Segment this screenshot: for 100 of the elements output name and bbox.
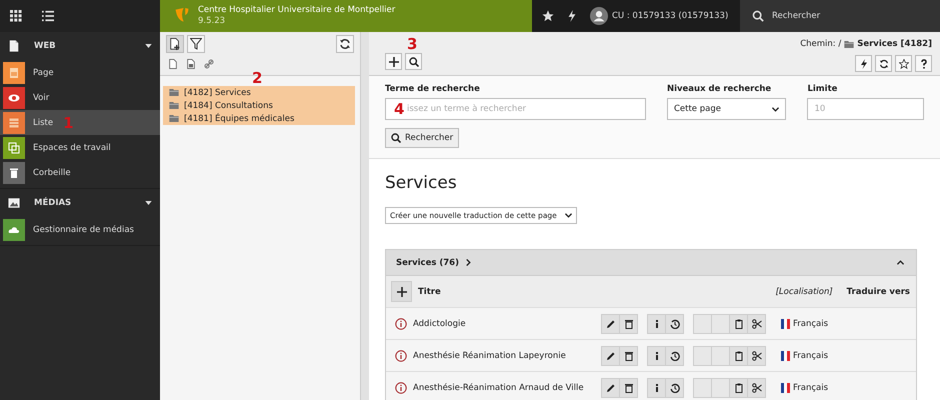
paste-button[interactable]	[730, 378, 748, 398]
field-label: Limite	[807, 84, 838, 94]
empty-action-slot	[693, 378, 712, 398]
search-submit-button[interactable]: Rechercher	[385, 128, 460, 148]
empty-action-slot	[693, 346, 712, 366]
edit-button[interactable]	[601, 314, 620, 334]
flash-button[interactable]	[855, 55, 872, 72]
delete-button[interactable]	[620, 378, 638, 398]
help-button[interactable]	[915, 55, 932, 72]
bookmark-star-button[interactable]	[895, 55, 912, 72]
tree-item[interactable]: [4181] Équipes médicales	[163, 112, 355, 125]
scissors-icon	[752, 318, 762, 328]
folder-image-icon[interactable]	[186, 59, 196, 69]
history-button[interactable]	[666, 314, 684, 334]
refresh-button[interactable]	[875, 55, 892, 72]
paste-button[interactable]	[730, 346, 748, 366]
info-circle-icon	[395, 318, 407, 330]
help-icon	[918, 58, 928, 68]
info-button[interactable]	[647, 346, 666, 366]
module-group-header[interactable]: WEB	[0, 32, 160, 60]
new-page-button[interactable]	[166, 35, 184, 53]
edit-button[interactable]	[601, 346, 620, 366]
paste-button[interactable]	[730, 314, 748, 334]
folder-icon	[169, 115, 179, 122]
search-icon	[752, 10, 764, 22]
column-header: Traduire vers	[846, 286, 910, 296]
clipboard-icon	[734, 318, 744, 328]
language-label: Français	[793, 382, 828, 392]
user-name[interactable]: CU : 01579133 (01579133)	[612, 11, 728, 21]
history-icon	[670, 318, 680, 328]
history-button[interactable]	[666, 378, 684, 398]
folder-icon	[169, 89, 179, 96]
flag-icon	[781, 350, 790, 360]
cut-button[interactable]	[748, 346, 766, 366]
tree-item[interactable]: [4184] Consultations	[163, 99, 355, 112]
annotation-number: 1	[63, 114, 74, 130]
folder-icon	[169, 102, 179, 109]
new-document-icon	[169, 38, 181, 50]
menu-list-icon[interactable]	[42, 10, 54, 22]
search-icon	[391, 133, 401, 143]
page-title: Services	[385, 173, 458, 193]
pencil-icon	[606, 382, 616, 392]
avatar-icon[interactable]	[590, 7, 608, 25]
column-header: Titre	[418, 286, 441, 296]
collapse-icon[interactable]	[897, 259, 904, 266]
refresh-button[interactable]	[336, 35, 354, 53]
path-page: Services [4182]	[857, 39, 932, 49]
info-button[interactable]	[647, 378, 666, 398]
empty-action-slot	[712, 378, 730, 398]
refresh-icon	[339, 38, 351, 50]
module-item[interactable]: Corbeille	[0, 160, 160, 185]
history-icon	[670, 382, 680, 392]
scissors-icon	[752, 350, 762, 360]
filter-button[interactable]	[187, 35, 205, 53]
filter-icon	[190, 38, 202, 50]
edit-button[interactable]	[601, 378, 620, 398]
limit-field[interactable]: 10	[807, 98, 924, 120]
history-button[interactable]	[666, 346, 684, 366]
table-cell-text: Anesthésie Réanimation Lapeyronie	[413, 350, 567, 360]
tree-item[interactable]: [4182] Services	[163, 86, 355, 99]
pencil-icon	[606, 318, 616, 328]
search-levels-dropdown[interactable]: Cette page	[666, 98, 786, 120]
history-icon	[670, 350, 680, 360]
refresh-icon	[878, 58, 888, 68]
trash-icon	[624, 350, 634, 360]
star-icon[interactable]	[542, 10, 554, 22]
field-label: Terme de recherche	[385, 84, 481, 94]
add-button[interactable]	[385, 53, 402, 70]
add-record-button[interactable]	[391, 281, 412, 302]
search-button[interactable]: Rechercher	[740, 0, 940, 32]
app-grid-icon[interactable]	[10, 10, 22, 22]
chevron-down-icon	[772, 106, 780, 112]
link-icon[interactable]	[204, 59, 214, 69]
empty-action-slot	[693, 314, 712, 334]
delete-button[interactable]	[620, 346, 638, 366]
module-item[interactable]: Liste 1	[0, 110, 160, 135]
scissors-icon	[752, 382, 762, 392]
empty-action-slot	[712, 346, 730, 366]
module-item[interactable]: Voir	[0, 85, 160, 110]
plus-icon	[396, 286, 406, 296]
cut-button[interactable]	[748, 378, 766, 398]
cut-button[interactable]	[748, 314, 766, 334]
folder-icon	[844, 40, 854, 48]
info-button[interactable]	[647, 314, 666, 334]
field-label: Niveaux de recherche	[666, 84, 772, 94]
search-button[interactable]	[405, 53, 422, 70]
module-group-header[interactable]: MÉDIAS	[0, 189, 160, 217]
chevron-right-icon[interactable]	[464, 259, 472, 266]
column-header: [Localisation]	[776, 286, 833, 296]
document-icon[interactable]	[168, 59, 178, 69]
language-label: Français	[793, 318, 828, 328]
language-label: Français	[793, 350, 828, 360]
table-title[interactable]: Services (76)	[396, 258, 459, 268]
flash-icon[interactable]	[566, 10, 578, 22]
module-item[interactable]: Gestionnaire de médias	[0, 217, 160, 242]
pencil-icon	[606, 350, 616, 360]
module-item[interactable]: Page	[0, 60, 160, 85]
delete-button[interactable]	[620, 314, 638, 334]
module-item[interactable]: Espaces de travail	[0, 135, 160, 160]
table-cell-text: Anesthésie-Réanimation Arnaud de Ville	[413, 382, 585, 392]
